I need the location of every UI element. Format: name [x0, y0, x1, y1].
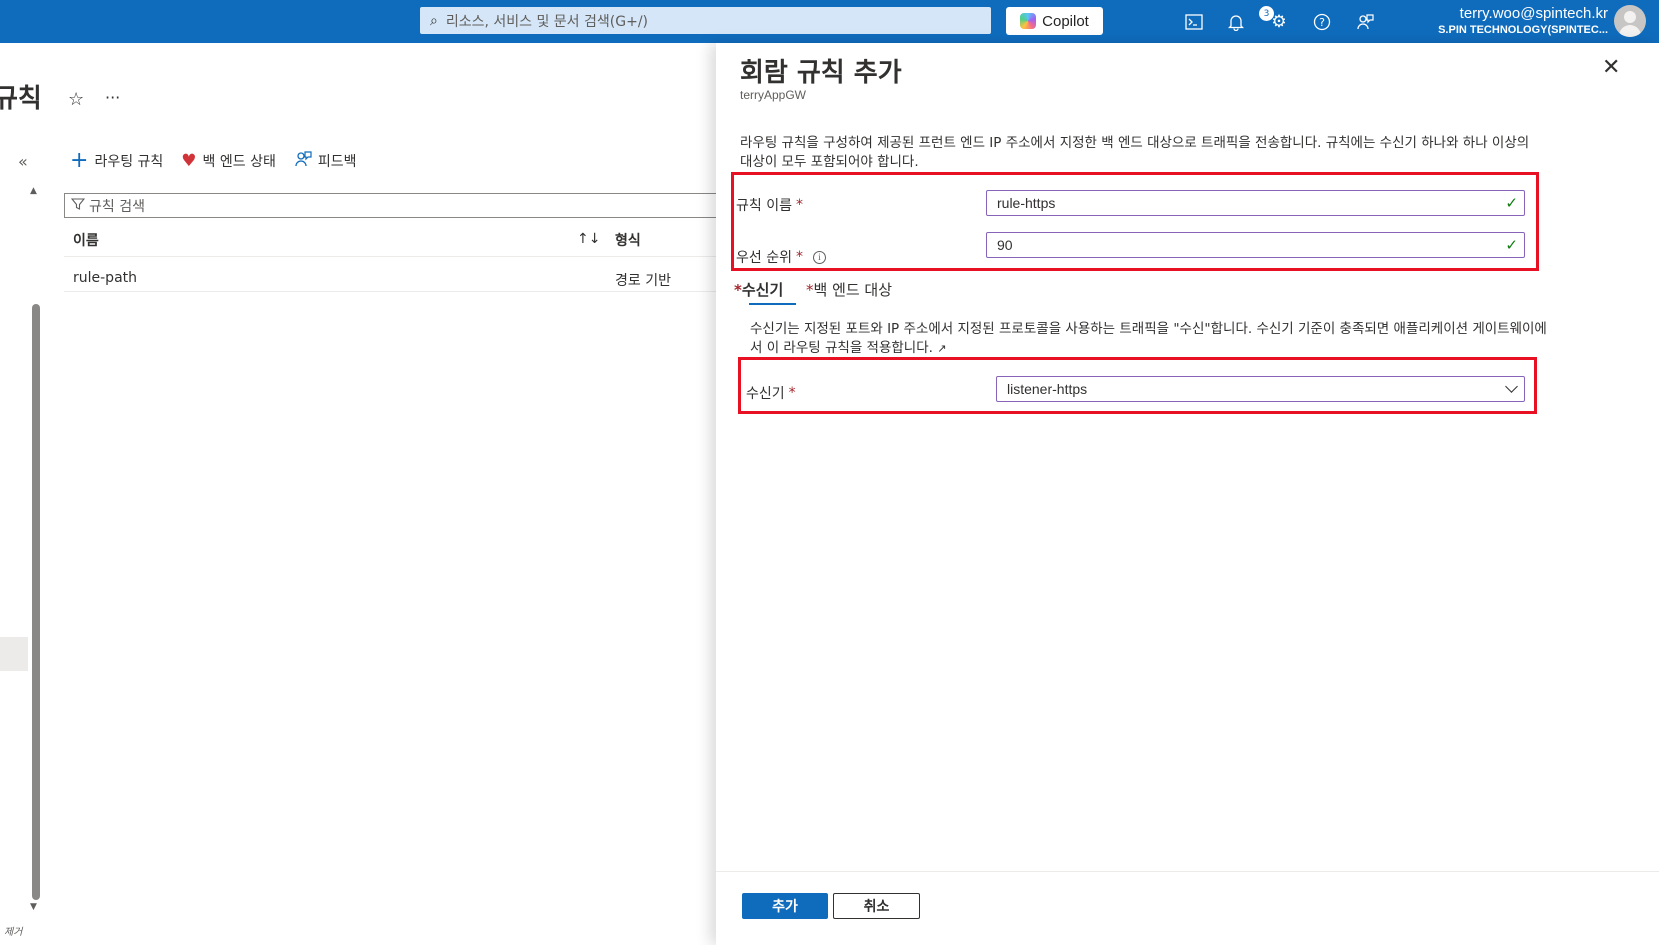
scroll-up-arrow-icon[interactable]: ▲ [30, 186, 37, 196]
remove-label: 제거 [4, 927, 23, 938]
footer-divider [716, 871, 1659, 872]
required-marker: * [806, 281, 814, 299]
close-icon[interactable]: ✕ [1602, 55, 1620, 80]
listener-description: 수신기는 지정된 포트와 IP 주소에서 지정된 프로토콜을 사용하는 트래픽을… [750, 320, 1550, 358]
feedback-person-icon [294, 150, 312, 172]
header-divider [64, 256, 724, 257]
heart-icon: ♥ [181, 151, 197, 171]
panel-description: 라우팅 규칙을 구성하여 제공된 프런트 엔드 IP 주소에서 지정한 백 엔드… [740, 135, 1530, 170]
command-bar: + 라우팅 규칙 ♥ 백 엔드 상태 피드백 [70, 150, 375, 172]
add-routing-rule-button[interactable]: + 라우팅 규칙 [70, 148, 164, 173]
backend-health-button[interactable]: ♥ 백 엔드 상태 [181, 151, 276, 171]
column-header-type[interactable]: 형식 [615, 230, 641, 250]
column-header-name[interactable]: 이름 [73, 230, 99, 250]
plus-icon: + [70, 148, 89, 173]
top-bar: ⌕ 리소스, 서비스 및 문서 검색(G+/) Copilot 3 ⚙ ? te… [0, 0, 1659, 43]
feedback-button[interactable]: 피드백 [294, 150, 357, 172]
add-rule-panel: 회람 규칙 추가 terryAppGW ✕ 라우팅 규칙을 구성하여 제공된 프… [716, 43, 1659, 945]
help-icon[interactable]: ? [1309, 9, 1335, 35]
highlight-box-listener [738, 357, 1537, 414]
favorite-star-icon[interactable]: ☆ [68, 89, 84, 110]
more-options-icon[interactable]: ··· [105, 88, 120, 107]
cancel-button[interactable]: 취소 [833, 893, 920, 919]
vertical-scrollbar[interactable] [32, 304, 40, 900]
tab-backend-targets-label: 백 엔드 대상 [813, 281, 893, 299]
panel-title: 회람 규칙 추가 [740, 58, 902, 88]
feedback-icon[interactable] [1352, 9, 1378, 35]
tab-backend-targets[interactable]: *백 엔드 대상 [806, 279, 892, 300]
svg-text:?: ? [1319, 16, 1325, 29]
filter-icon [70, 197, 86, 215]
copilot-label: Copilot [1042, 12, 1089, 30]
cloud-shell-icon[interactable] [1181, 9, 1207, 35]
table-cell-name[interactable]: rule-path [73, 270, 137, 286]
copilot-button[interactable]: Copilot [1006, 7, 1103, 35]
notifications-bell-icon[interactable] [1223, 9, 1249, 35]
row-divider [64, 291, 724, 292]
search-icon: ⌕ [430, 12, 438, 29]
rule-search-input[interactable]: 규칙 검색 [64, 193, 724, 218]
listener-description-text: 수신기는 지정된 포트와 IP 주소에서 지정된 프로토콜을 사용하는 트래픽을… [750, 321, 1547, 356]
collapse-menu-icon[interactable]: « [18, 152, 28, 171]
panel-subtitle: terryAppGW [740, 88, 807, 102]
user-email: terry.woo@spintech.kr [1459, 5, 1608, 22]
menu-selection-indicator [0, 637, 28, 671]
scroll-down-arrow-icon[interactable]: ▼ [30, 902, 37, 912]
account-info[interactable]: terry.woo@spintech.kr S.PIN TECHNOLOGY(S… [1415, 5, 1608, 37]
search-placeholder: 리소스, 서비스 및 문서 검색(G+/) [445, 13, 648, 30]
add-routing-rule-label: 라우팅 규칙 [94, 154, 164, 170]
user-avatar[interactable] [1614, 5, 1646, 37]
table-cell-type: 경로 기반 [615, 273, 671, 289]
external-link-icon[interactable]: ↗ [937, 342, 946, 355]
settings-gear-icon[interactable]: ⚙ [1266, 9, 1292, 35]
feedback-label: 피드백 [317, 154, 357, 170]
user-organization: S.PIN TECHNOLOGY(SPINTEC... [1438, 24, 1608, 36]
copilot-icon [1020, 13, 1037, 29]
filter-placeholder: 규칙 검색 [89, 198, 145, 215]
tab-listener[interactable]: *수신기 [734, 279, 783, 300]
tab-listener-label: 수신기 [741, 281, 784, 299]
highlight-box-rule-fields [731, 172, 1539, 271]
global-search-input[interactable]: ⌕ 리소스, 서비스 및 문서 검색(G+/) [420, 7, 991, 34]
sort-icon[interactable]: ↑↓ [577, 231, 600, 247]
backend-health-label: 백 엔드 상태 [202, 154, 276, 170]
page-title: 규칙 [0, 84, 42, 114]
required-marker: * [734, 281, 742, 299]
add-button[interactable]: 추가 [742, 893, 828, 919]
active-tab-indicator [749, 303, 796, 305]
